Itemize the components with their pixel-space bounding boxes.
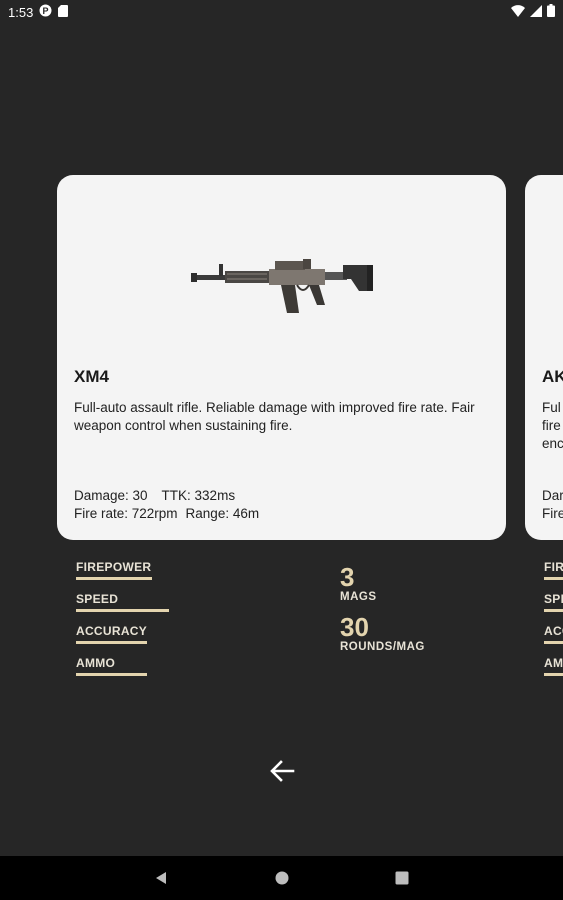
assault-rifle-image bbox=[191, 255, 375, 324]
next-weapon-stats: Dar Fire bbox=[542, 487, 563, 523]
back-button[interactable] bbox=[262, 753, 302, 789]
next-attribute-label: AMI bbox=[544, 656, 563, 670]
weapon-card-xm4[interactable]: XM4 Full-auto assault rifle. Reliable da… bbox=[57, 175, 506, 540]
notification-p-icon: P bbox=[39, 4, 52, 20]
nav-home-icon bbox=[275, 871, 289, 885]
next-attribute: AMI bbox=[544, 656, 563, 688]
next-attribute-label: ACC bbox=[544, 624, 563, 638]
next-attribute-bar bbox=[544, 609, 563, 612]
status-bar: 1:53 P bbox=[0, 0, 563, 24]
status-left: 1:53 P bbox=[8, 4, 69, 20]
next-attribute-bar bbox=[544, 641, 563, 644]
next-weapon-description: Ful fire enc bbox=[542, 399, 563, 453]
next-attribute: SPE bbox=[544, 592, 563, 624]
weapon-stats-line-1: Damage: 30 TTK: 332ms bbox=[74, 487, 259, 505]
mags-label: MAGS bbox=[340, 591, 377, 603]
system-nav-bar bbox=[0, 856, 563, 900]
next-desc-line: enc bbox=[542, 436, 563, 451]
rounds-value: 30 bbox=[340, 612, 369, 642]
next-desc-line: fire bbox=[542, 418, 561, 433]
next-attribute-label: FIR bbox=[544, 560, 563, 574]
attribute-ammo: AMMO bbox=[76, 656, 169, 688]
rounds-label: ROUNDS/MAG bbox=[340, 641, 425, 653]
attribute-label: FIREPOWER bbox=[76, 560, 152, 574]
next-stats-line: Fire bbox=[542, 506, 563, 521]
next-desc-line: Ful bbox=[542, 400, 561, 415]
svg-text:P: P bbox=[43, 6, 49, 16]
attribute-firepower: FIREPOWER bbox=[76, 560, 169, 592]
damage-stat: Damage: 30 bbox=[74, 488, 148, 503]
next-stats-line: Dar bbox=[542, 488, 563, 503]
next-attribute-list: FIR SPE ACC AMI bbox=[544, 560, 563, 688]
nav-home-button[interactable] bbox=[272, 868, 292, 888]
mags-value: 3 bbox=[340, 562, 355, 592]
nav-back-icon bbox=[156, 872, 166, 884]
ammo-counts: 3 MAGS 30 ROUNDS/MAG bbox=[340, 563, 425, 663]
status-time: 1:53 bbox=[8, 4, 34, 20]
attribute-label: AMMO bbox=[76, 656, 116, 670]
attribute-bar bbox=[76, 577, 152, 580]
weapon-description: Full-auto assault rifle. Reliable damage… bbox=[74, 400, 475, 433]
attribute-list: FIREPOWER SPEED ACCURACY AMMO bbox=[76, 560, 169, 688]
next-weapon-name: AK bbox=[542, 367, 563, 386]
range-stat: Range: 46m bbox=[185, 506, 260, 521]
battery-icon bbox=[547, 4, 555, 20]
weapon-stats-line-2: Fire rate: 722rpm Range: 46m bbox=[74, 505, 259, 523]
next-attribute: ACC bbox=[544, 624, 563, 656]
attribute-bar bbox=[76, 673, 147, 676]
attribute-bar bbox=[76, 641, 147, 644]
next-attribute-label: SPE bbox=[544, 592, 563, 606]
sd-card-icon bbox=[58, 4, 69, 20]
next-attribute-bar bbox=[544, 673, 563, 676]
nav-recents-icon bbox=[395, 871, 409, 885]
attribute-label: ACCURACY bbox=[76, 624, 148, 638]
weapon-name: XM4 bbox=[74, 367, 109, 386]
arrow-left-icon bbox=[270, 760, 295, 782]
fire-rate-stat: Fire rate: 722rpm bbox=[74, 506, 178, 521]
attribute-speed: SPEED bbox=[76, 592, 169, 624]
attribute-bar bbox=[76, 609, 169, 612]
weapon-card-next[interactable]: AK Ful fire enc Dar Fire bbox=[525, 175, 563, 540]
attribute-accuracy: ACCURACY bbox=[76, 624, 169, 656]
next-attribute-bar bbox=[544, 577, 563, 580]
status-right bbox=[511, 4, 555, 20]
ttk-stat: TTK: 332ms bbox=[161, 488, 236, 503]
nav-recents-button[interactable] bbox=[392, 868, 412, 888]
nav-back-button[interactable] bbox=[151, 868, 171, 888]
attribute-label: SPEED bbox=[76, 592, 119, 606]
next-attribute: FIR bbox=[544, 560, 563, 592]
weapon-stats: Damage: 30 TTK: 332ms Fire rate: 722rpm Ra… bbox=[74, 487, 259, 523]
signal-icon bbox=[530, 4, 542, 20]
wifi-icon bbox=[511, 4, 525, 20]
